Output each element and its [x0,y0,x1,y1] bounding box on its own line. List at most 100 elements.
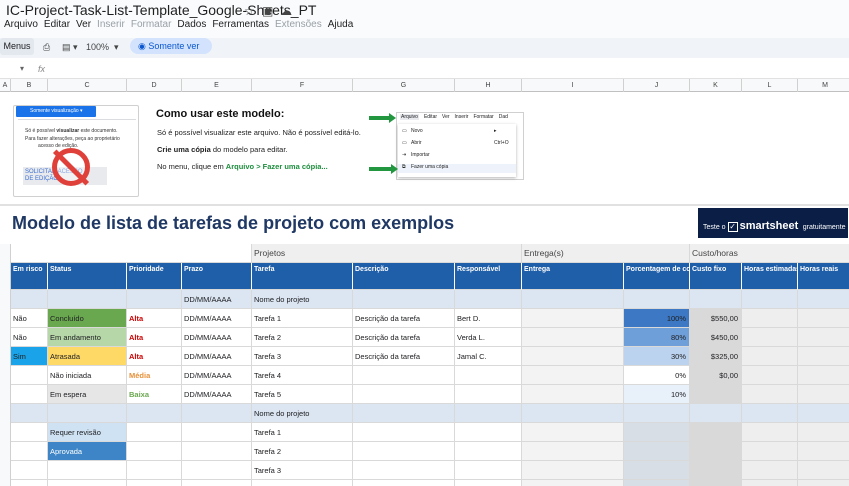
task-row-cell[interactable] [522,309,624,328]
project-row-cell[interactable] [11,290,48,309]
smartsheet-banner[interactable]: Teste o ✓ smartsheet gratuitamente [698,208,848,238]
task-row-cell[interactable] [798,328,849,347]
task-row-cell[interactable] [742,480,798,486]
column-header-G[interactable]: G [353,79,455,92]
task-row-cell[interactable] [127,442,182,461]
task-row-cell[interactable] [455,461,522,480]
menu-item-8[interactable]: Ajuda [328,19,354,30]
task-row-cell[interactable] [353,385,455,404]
task-row-cell[interactable] [353,423,455,442]
task-row-cell[interactable] [48,480,127,486]
task-row-cell[interactable]: Não iniciada [48,366,127,385]
task-row-cell[interactable]: Alta [127,328,182,347]
task-row-cell[interactable]: DD/MM/AAAA [182,385,252,404]
task-row-cell[interactable] [522,423,624,442]
task-row-cell[interactable]: Jamal C. [455,347,522,366]
task-row-cell[interactable] [742,442,798,461]
task-row-cell[interactable] [522,385,624,404]
task-row-cell[interactable]: Bert D. [455,309,522,328]
column-header-B[interactable]: B [11,79,48,92]
task-row-cell[interactable] [690,461,742,480]
task-row-cell[interactable]: Alta [127,309,182,328]
task-row-cell[interactable]: 30% [624,347,690,366]
task-row-cell[interactable]: Em espera [48,385,127,404]
task-row-cell[interactable] [182,442,252,461]
task-row-cell[interactable] [353,442,455,461]
task-row-cell[interactable] [690,385,742,404]
column-header-L[interactable]: L [742,79,798,92]
task-row-cell[interactable] [742,385,798,404]
task-row-cell[interactable] [522,442,624,461]
column-title-3[interactable]: Prazo [182,263,252,290]
task-row-cell[interactable]: DD/MM/AAAA [182,309,252,328]
column-title-10[interactable]: Horas estimadas [742,263,798,290]
task-row-cell[interactable]: 10% [624,385,690,404]
task-row-cell[interactable] [742,347,798,366]
project-row-cell[interactable] [798,404,849,423]
project-row-cell[interactable]: DD/MM/AAAA [182,290,252,309]
task-row-cell[interactable] [127,461,182,480]
task-row-cell[interactable] [742,461,798,480]
project-row-cell[interactable]: Nome do projeto [252,404,353,423]
task-row-cell[interactable] [455,385,522,404]
paint-format-icon[interactable]: ▤ ▾ [62,42,78,53]
task-row-cell[interactable]: DD/MM/AAAA [182,366,252,385]
task-row-cell[interactable] [522,461,624,480]
column-title-8[interactable]: Porcentagem de conclusão [624,263,690,290]
project-row-cell[interactable] [11,404,48,423]
task-row-cell[interactable]: Não [11,328,48,347]
chevron-down-icon[interactable]: ▾ [114,42,119,53]
task-row-cell[interactable] [798,366,849,385]
task-row-cell[interactable]: 0% [624,366,690,385]
task-row-cell[interactable] [798,309,849,328]
column-title-1[interactable]: Status [48,263,127,290]
task-row-cell[interactable]: Média [127,366,182,385]
column-header-C[interactable]: C [48,79,127,92]
task-row-cell[interactable]: Tarefa 1 [252,309,353,328]
column-title-0[interactable]: Em risco [11,263,48,290]
project-row-cell[interactable] [48,290,127,309]
column-header-K[interactable]: K [690,79,742,92]
task-row-cell[interactable] [798,442,849,461]
task-row-cell[interactable] [455,442,522,461]
task-row-cell[interactable] [690,442,742,461]
project-row-cell[interactable] [522,404,624,423]
view-only-badge[interactable]: ◉ Somente ver [130,38,212,54]
task-row-cell[interactable] [522,366,624,385]
task-row-cell[interactable] [455,480,522,486]
menu-item-3[interactable]: Inserir [97,19,125,30]
project-row-cell[interactable] [690,290,742,309]
task-row-cell[interactable] [182,480,252,486]
task-row-cell[interactable] [522,347,624,366]
task-row-cell[interactable]: 80% [624,328,690,347]
column-title-2[interactable]: Prioridade [127,263,182,290]
project-row-cell[interactable] [690,404,742,423]
task-row-cell[interactable]: $550,00 [690,309,742,328]
task-row-cell[interactable] [798,385,849,404]
task-row-cell[interactable]: Tarefa 4 [252,480,353,486]
task-row-cell[interactable] [742,328,798,347]
move-folder-icon[interactable]: ▣ [262,4,273,18]
task-row-cell[interactable]: Alta [127,347,182,366]
task-row-cell[interactable] [11,423,48,442]
print-icon[interactable]: ⎙ [43,42,50,53]
task-row-cell[interactable] [353,480,455,486]
task-row-cell[interactable]: Tarefa 2 [252,328,353,347]
column-title-6[interactable]: Responsável [455,263,522,290]
task-row-cell[interactable]: Verda L. [455,328,522,347]
task-row-cell[interactable]: Tarefa 5 [252,385,353,404]
project-row-cell[interactable] [127,290,182,309]
star-icon[interactable]: ☆ [244,4,255,18]
task-row-cell[interactable] [522,480,624,486]
column-header-E[interactable]: E [182,79,252,92]
task-row-cell[interactable] [624,461,690,480]
column-header-I[interactable]: I [522,79,624,92]
column-title-11[interactable]: Horas reais [798,263,849,290]
task-row-cell[interactable] [624,480,690,486]
task-row-cell[interactable] [455,366,522,385]
task-row-cell[interactable]: DD/MM/AAAA [182,328,252,347]
task-row-cell[interactable]: $0,00 [690,366,742,385]
task-row-cell[interactable]: Tarefa 2 [252,442,353,461]
menu-item-2[interactable]: Ver [76,19,91,30]
task-row-cell[interactable]: Em andamento [48,328,127,347]
